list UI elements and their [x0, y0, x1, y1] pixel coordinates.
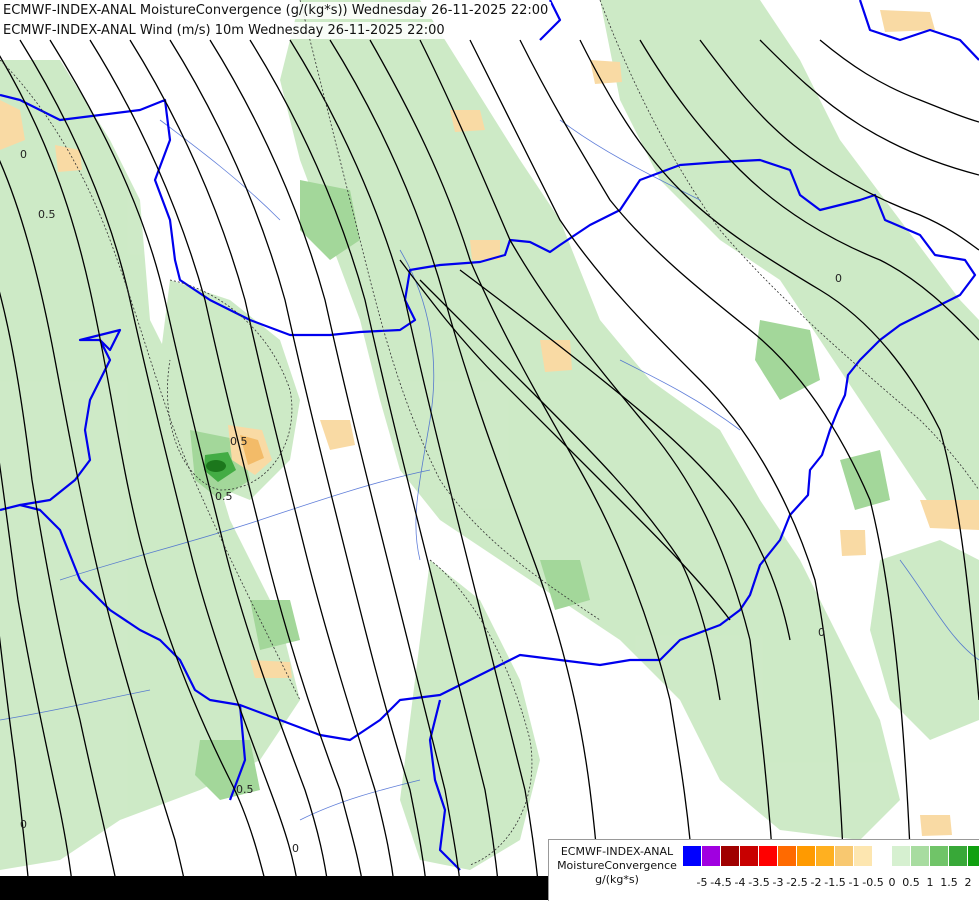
legend-tick-label: 1.5: [940, 876, 958, 889]
contour-label: 0.5: [236, 783, 254, 796]
contour-label: 0: [835, 272, 842, 285]
legend-title: ECMWF-INDEX-ANAL MoistureConvergence g/(…: [553, 845, 681, 887]
bottom-black-strip: [0, 876, 548, 900]
legend-swatch: [911, 846, 930, 866]
legend-swatch: [949, 846, 968, 866]
legend-swatch: [930, 846, 949, 866]
legend-swatch: [797, 846, 816, 866]
legend-tick-label: -0.5: [862, 876, 884, 889]
legend-title-line1: ECMWF-INDEX-ANAL: [560, 845, 674, 858]
legend-tick-label: -1: [848, 876, 860, 889]
contour-label: 0.5: [215, 490, 233, 503]
legend-unit: g/(kg*s): [595, 873, 639, 886]
legend-tick-label: -4: [734, 876, 746, 889]
color-legend: ECMWF-INDEX-ANAL MoistureConvergence g/(…: [548, 839, 979, 901]
legend-tick-label: 2: [964, 876, 972, 889]
map-title-moisture-convergence: ECMWF-INDEX-ANAL MoistureConvergence (g/…: [0, 2, 552, 19]
legend-swatch: [968, 846, 979, 866]
contour-label: 0: [20, 148, 27, 161]
legend-swatches: [683, 846, 979, 866]
legend-tick-label: -2.5: [786, 876, 808, 889]
legend-tick-label: 0.5: [902, 876, 920, 889]
legend-tick-label: -5: [696, 876, 708, 889]
legend-swatch: [873, 846, 892, 866]
legend-tick-label: -4.5: [710, 876, 732, 889]
legend-swatch: [778, 846, 797, 866]
legend-swatch: [702, 846, 721, 866]
legend-swatch: [759, 846, 778, 866]
legend-tick-label: -3: [772, 876, 784, 889]
legend-tick-label: -1.5: [824, 876, 846, 889]
contour-label: 0.5: [230, 435, 248, 448]
legend-tick-labels: -5 -4.5 -4 -3.5 -3 -2.5 -2 -1.5 -1 -0.5 0 0.5 1 1.5 2: [683, 876, 978, 890]
contour-label: 0: [292, 842, 299, 855]
legend-swatch: [835, 846, 854, 866]
legend-swatch: [892, 846, 911, 866]
legend-title-line2: MoistureConvergence: [557, 859, 677, 872]
legend-swatch: [721, 846, 740, 866]
map-title-wind: ECMWF-INDEX-ANAL Wind (m/s) 10m Wednesda…: [0, 22, 448, 39]
weather-map: 0 0.5 0.5 0.5 0 0 0 0 0.5: [0, 0, 979, 900]
legend-tick-label: -3.5: [748, 876, 770, 889]
legend-tick-label: 1: [926, 876, 934, 889]
contour-label: 0: [20, 818, 27, 831]
legend-tick-label: -2: [810, 876, 822, 889]
legend-swatch: [854, 846, 873, 866]
contour-label: 0: [818, 626, 825, 639]
legend-swatch: [816, 846, 835, 866]
legend-swatch: [683, 846, 702, 866]
legend-swatch: [740, 846, 759, 866]
contour-label: 0.5: [38, 208, 56, 221]
legend-tick-label: 0: [888, 876, 896, 889]
